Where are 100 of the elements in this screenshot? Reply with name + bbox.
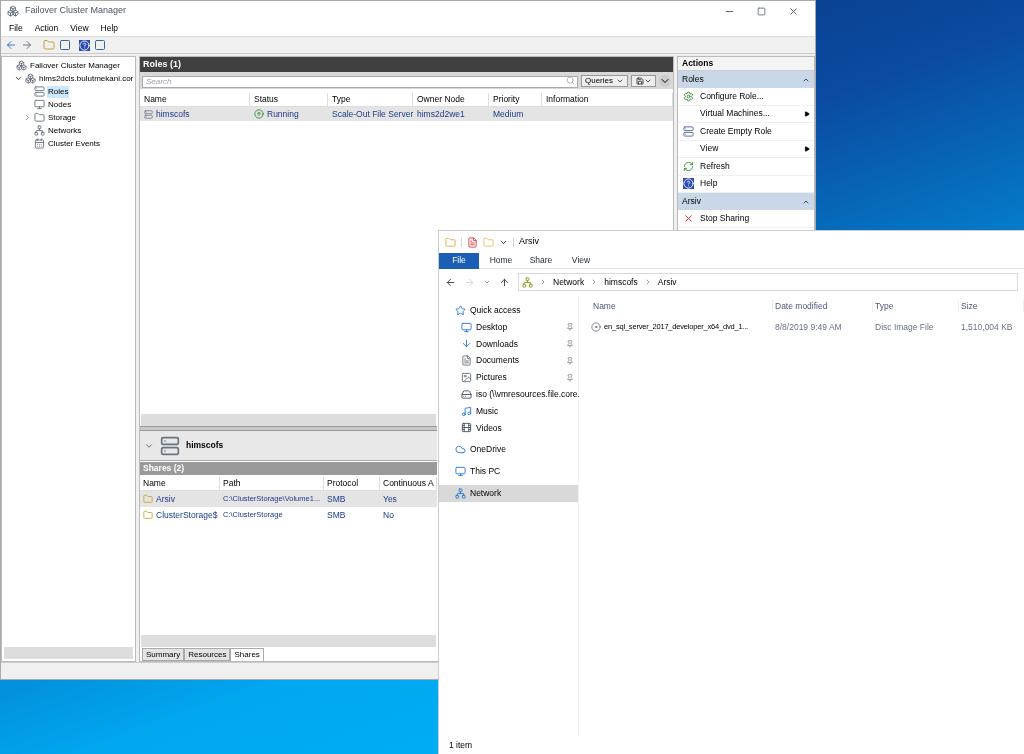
column-header[interactable]: Continuous A [380, 477, 437, 490]
tree-node-icon [25, 73, 36, 84]
tab[interactable]: Resources [184, 648, 231, 661]
pane-icon[interactable] [59, 39, 71, 51]
column-header[interactable]: Name [140, 477, 220, 490]
nav-item[interactable]: Documents [439, 352, 578, 370]
search-field[interactable]: Search [142, 75, 578, 88]
table-cell-text: Scale-Out File Server [331, 107, 413, 121]
tree-item[interactable]: Nodes [47, 98, 73, 111]
table-cell-text: Medium [492, 107, 525, 121]
nav-item[interactable]: Videos [439, 419, 578, 437]
tree-item[interactable]: Failover Cluster Manager [29, 59, 121, 72]
tree-item[interactable]: Networks [47, 124, 83, 137]
maximize-icon[interactable] [757, 6, 766, 16]
document-icon [461, 355, 472, 367]
tree-item[interactable]: Roles [47, 85, 70, 98]
back-arrow-icon[interactable] [445, 276, 456, 288]
down-arrow-icon [461, 338, 472, 350]
tree-item[interactable]: Storage [47, 111, 78, 124]
tab[interactable]: Shares [230, 648, 264, 661]
column-header[interactable]: Status [250, 93, 328, 106]
column-header[interactable]: Name [140, 93, 250, 106]
table-cell-text: 1,510,004 KB [960, 320, 1014, 334]
table-cell-text: Yes [382, 492, 398, 506]
column-header[interactable]: Owner Node [413, 93, 489, 106]
help-icon[interactable] [79, 39, 90, 51]
nav-item[interactable]: Quick access [439, 302, 578, 319]
column-header[interactable]: Path [220, 477, 324, 490]
ribbon-tab[interactable]: View [563, 252, 599, 269]
server-icon [160, 435, 180, 456]
window-title: Failover Cluster Manager [25, 4, 127, 18]
table-cell-text: SMB [326, 508, 347, 522]
section-header[interactable]: Arsiv [678, 193, 814, 210]
network-icon [522, 276, 533, 288]
shares-header: Shares (2) [140, 462, 437, 475]
command-link[interactable]: Refresh [678, 158, 814, 176]
role-icon [144, 109, 153, 119]
table-cell: Arsiv [156, 492, 175, 506]
breadcrumb-item[interactable]: Arsiv [657, 275, 677, 289]
close-icon[interactable] [788, 5, 799, 17]
monitor-icon [461, 321, 472, 333]
command-link[interactable]: Virtual Machines... [678, 105, 814, 123]
command-link[interactable]: Create Empty Role [678, 123, 814, 141]
queries-button[interactable]: Queries [581, 74, 628, 87]
nav-item[interactable]: iso (\\vmresources.file.core. [439, 386, 578, 403]
column-header[interactable]: Name [591, 299, 773, 313]
properties-icon[interactable] [467, 236, 478, 248]
menu-item[interactable]: Help [100, 22, 119, 35]
up-arrow-icon[interactable] [499, 276, 510, 288]
breadcrumb-item[interactable]: himscofs [604, 275, 638, 289]
ribbon-tab[interactable]: Home [483, 252, 519, 269]
breadcrumb-separator-icon [539, 278, 547, 286]
status-bar-text: 1 item [449, 738, 473, 752]
tree-item[interactable]: hims2dcls.bulutmekani.cor [38, 72, 135, 85]
save-icon [635, 76, 644, 85]
nav-item[interactable]: This PC [439, 463, 578, 480]
tree-item[interactable]: Cluster Events [47, 137, 102, 150]
search-icon [566, 76, 575, 85]
column-header[interactable]: Protocol [324, 477, 380, 490]
tree-node-icon [16, 60, 27, 71]
expand-icon[interactable] [659, 74, 671, 87]
tab[interactable]: Summary [142, 648, 185, 661]
recent-locations-icon[interactable] [483, 278, 491, 286]
nav-item[interactable]: Network [439, 484, 578, 502]
nav-item[interactable]: Desktop [439, 318, 578, 336]
disc-image-icon [591, 322, 601, 332]
column-header[interactable]: Type [873, 299, 959, 313]
music-note-icon [461, 405, 472, 417]
roles-header: Roles (1) [140, 57, 673, 72]
command-link[interactable]: Stop Sharing [678, 210, 814, 228]
column-header[interactable]: Date modified [773, 299, 873, 313]
tree-node-icon [34, 99, 45, 110]
column-header[interactable]: Size [959, 299, 1024, 313]
table-cell-text: Disc Image File [874, 320, 935, 334]
nav-item[interactable]: OneDrive [439, 441, 578, 459]
command-link[interactable]: Configure Role... [678, 88, 814, 106]
breadcrumb-item[interactable]: Network [553, 275, 585, 289]
address-bar[interactable]: Network himscofs Arsiv [518, 273, 1018, 291]
picture-icon [461, 372, 472, 384]
menu-item[interactable]: Action [34, 22, 59, 35]
column-header[interactable]: Priority [489, 93, 542, 106]
section-header[interactable]: Roles [678, 71, 814, 88]
save-query-button[interactable] [631, 74, 656, 87]
nav-item[interactable]: Pictures [439, 369, 578, 386]
nav-item[interactable]: Downloads [439, 335, 578, 353]
table-cell: himscofs [156, 107, 190, 121]
command-link[interactable]: View [678, 140, 814, 158]
refresh-icon [682, 160, 694, 172]
file-tab[interactable]: File [439, 252, 479, 269]
menu-item[interactable]: File [9, 22, 23, 35]
role-row[interactable]: himscofs Running Scale-Out File Server hims2d2we1 Medium [140, 107, 673, 121]
nav-item[interactable]: Music [439, 402, 578, 420]
menu-item[interactable]: View [70, 22, 89, 35]
column-header[interactable]: Information [542, 93, 673, 106]
pane-icon[interactable] [94, 39, 106, 51]
network-icon [455, 487, 466, 499]
ribbon-tab[interactable]: Share [523, 252, 559, 269]
column-header[interactable]: Type [328, 93, 413, 106]
star-icon [455, 304, 466, 316]
forward-arrow-icon[interactable] [21, 39, 33, 51]
